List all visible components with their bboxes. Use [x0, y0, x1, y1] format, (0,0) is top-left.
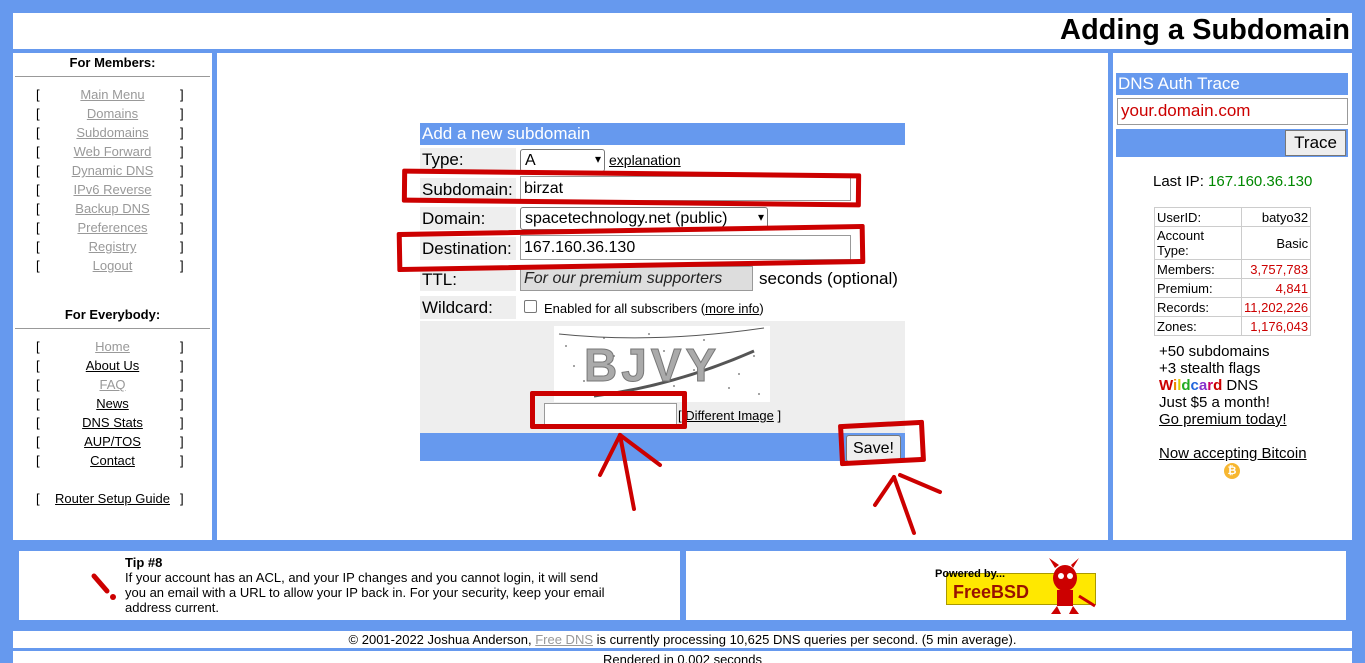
domain-label: Domain: — [420, 207, 516, 230]
nav-item-dynamic-dns: Dynamic DNS[] — [13, 163, 212, 182]
stats-value: Basic — [1242, 227, 1311, 259]
form-title: Add a new subdomain — [420, 123, 905, 145]
nav-item-about-us: About Us[] — [13, 358, 212, 377]
nav-item-preferences: Preferences[] — [13, 220, 212, 239]
trace-bar: Trace — [1116, 129, 1348, 157]
bsd-daemon-icon — [1049, 558, 1096, 614]
ttl-input[interactable]: For our premium supporters — [520, 266, 753, 291]
nav-item-logout: Logout[] — [13, 258, 212, 277]
stats-label: Zones: — [1155, 317, 1241, 335]
nav-item-faq: FAQ[] — [13, 377, 212, 396]
last-ip: Last IP: 167.160.36.130 — [1153, 173, 1313, 190]
wildcard-label: Wildcard: — [420, 296, 516, 319]
ttl-label: TTL: — [420, 268, 516, 291]
stats-row: Records: 11,202,226 — [1155, 298, 1311, 316]
trace-domain-input[interactable]: your.domain.com — [1117, 98, 1348, 125]
annotation-box-destination — [396, 223, 866, 273]
freebsd-logo: Powered by... FreeBSD — [935, 558, 1096, 614]
exclamation-icon — [91, 573, 116, 600]
stats-label: UserID: — [1155, 208, 1241, 226]
premium-promo: +50 subdomains +3 stealth flags Wildcard… — [1159, 343, 1307, 462]
chevron-down-icon: ▾ — [594, 152, 601, 166]
page-header: Adding a Subdomain — [13, 13, 1352, 49]
wildcard-text: Enabled for all subscribers (more info) — [544, 301, 764, 316]
render-time: Rendered in 0.002 seconds — [13, 651, 1352, 663]
different-image-link[interactable]: Different Image — [685, 408, 774, 423]
type-label: Type: — [420, 148, 516, 171]
tip-text: If your account has an ACL, and your IP … — [125, 570, 605, 615]
nav-item-domains: Domains[] — [13, 106, 212, 125]
divider — [15, 328, 210, 329]
nav-item-contact: Contact[] — [13, 453, 212, 472]
tip-box: Tip #8 If your account has an ACL, and y… — [19, 551, 680, 620]
nav-item-dns-stats: DNS Stats[] — [13, 415, 212, 434]
account-stats-table: UserID: batyo32 Account Type: Basic Members:… — [1154, 207, 1312, 336]
bitcoin-link[interactable]: Now accepting Bitcoin — [1159, 445, 1307, 462]
trace-button[interactable]: Trace — [1285, 130, 1346, 156]
stats-label: Premium: — [1155, 279, 1241, 297]
nav-item-ipv6-reverse: IPv6 Reverse[] — [13, 182, 212, 201]
stats-value: batyo32 — [1242, 208, 1311, 226]
left-sidebar: For Members: Main Menu[] Domains[] Subdoma… — [13, 53, 212, 540]
wildcard-rainbow-text: Wildcard — [1159, 377, 1223, 394]
stats-value: 4,841 — [1242, 279, 1311, 297]
type-explanation-link[interactable]: explanation — [609, 152, 681, 168]
tip-title: Tip #8 — [125, 555, 163, 570]
right-sidebar: DNS Auth Trace your.domain.com Trace Las… — [1113, 53, 1352, 540]
nav-item-web-forward: Web Forward[] — [13, 144, 212, 163]
go-premium-link[interactable]: Go premium today! — [1159, 411, 1287, 428]
last-ip-value: 167.160.36.130 — [1208, 173, 1313, 190]
divider — [15, 76, 210, 77]
free-dns-link[interactable]: Free DNS — [535, 632, 593, 647]
arrow-up-icon — [892, 475, 916, 535]
stats-label: Records: — [1155, 298, 1241, 316]
stats-row: Members: 3,757,783 — [1155, 260, 1311, 278]
annotation-box-captcha — [530, 391, 687, 429]
bitcoin-icon: ₿ — [1224, 463, 1240, 479]
footer: © 2001-2022 Joshua Anderson, Free DNS is… — [13, 631, 1352, 648]
stats-row: Zones: 1,176,043 — [1155, 317, 1311, 335]
different-image-control: [ Different Image ] — [678, 408, 782, 423]
nav-item-router-guide: [ Router Setup Guide ] — [13, 491, 212, 510]
nav-item-subdomains: Subdomains[] — [13, 125, 212, 144]
everybody-heading: For Everybody: — [64, 307, 161, 322]
type-select[interactable]: A ▾ — [520, 149, 605, 172]
nav-item-main-menu: Main Menu[] — [13, 87, 212, 106]
nav-item-aup-tos: AUP/TOS[] — [13, 434, 212, 453]
stats-label: Members: — [1155, 260, 1241, 278]
ttl-suffix: seconds (optional) — [759, 269, 898, 288]
powered-by-box: Powered by... FreeBSD — [686, 551, 1346, 620]
more-info-link[interactable]: more info — [705, 301, 759, 316]
stats-row: UserID: batyo32 — [1155, 208, 1311, 226]
captcha-text: BJVY — [584, 339, 720, 391]
nav-item-backup-dns: Backup DNS[] — [13, 201, 212, 220]
annotation-arrows — [598, 433, 942, 535]
nav-item-news: News[] — [13, 396, 212, 415]
chevron-down-icon: ▾ — [757, 210, 764, 224]
members-heading: For Members: — [69, 55, 156, 70]
page-title: Adding a Subdomain — [1060, 14, 1350, 46]
stats-label: Account Type: — [1155, 227, 1241, 259]
stats-row: Account Type: Basic — [1155, 227, 1311, 259]
stats-value: 11,202,226 — [1242, 298, 1311, 316]
stats-row: Premium: 4,841 — [1155, 279, 1311, 297]
nav-item-home: Home[] — [13, 339, 212, 358]
trace-title: DNS Auth Trace — [1116, 73, 1348, 95]
nav-item-registry: Registry[] — [13, 239, 212, 258]
stats-value: 1,176,043 — [1242, 317, 1311, 335]
annotation-box-subdomain — [401, 168, 862, 208]
wildcard-checkbox[interactable] — [524, 300, 537, 313]
stats-value: 3,757,783 — [1242, 260, 1311, 278]
